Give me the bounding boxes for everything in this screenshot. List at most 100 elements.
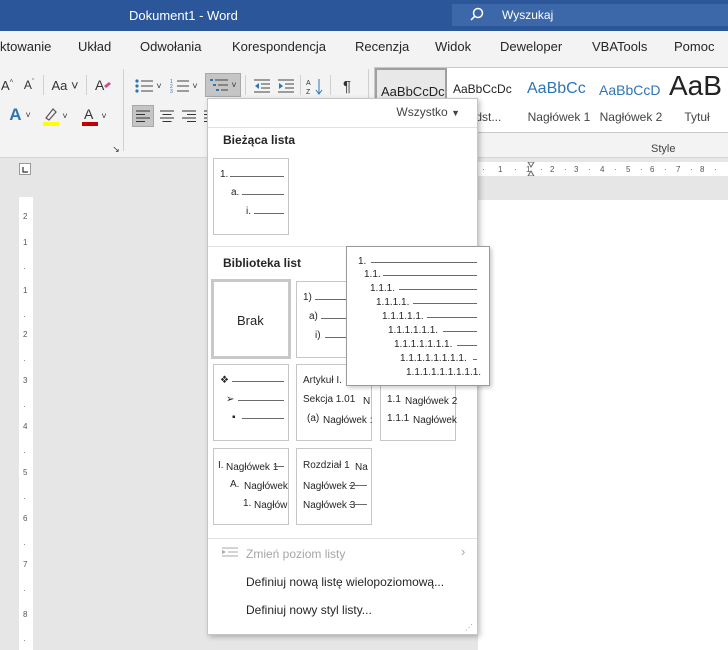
preview-level: 1.1.1.1.1. [382,311,424,322]
list-level-label: 1. [243,498,252,509]
highlight-button[interactable]: ˅ [40,105,70,127]
show-formatting-marks-button[interactable]: ¶ [336,75,358,97]
style-title[interactable]: AaB Tytuł [665,68,728,132]
style-heading-1[interactable]: AaBbCc Nagłówek 1 [523,68,595,132]
preview-level: 1. [358,256,367,267]
heading-hint: Nagłów [254,500,288,511]
svg-text:·: · [23,356,26,365]
style-preview: AaBbCcD [599,82,661,98]
tab-korespondencja[interactable]: Korespondencja [232,39,326,54]
align-center-button[interactable] [156,105,178,127]
chapter-label: Rozdział 1 [303,460,350,471]
increase-indent-icon [278,79,294,93]
list-none-cell[interactable]: Brak [211,279,291,359]
font-color-icon: A [82,106,99,126]
increase-indent-button[interactable] [275,75,297,97]
text-effects-icon: A [9,105,22,124]
heading-hint: N [363,396,371,407]
chevron-down-icon: ▼ [451,108,460,118]
pilcrow-icon: ¶ [342,77,352,95]
list-level-label: i) [315,330,321,341]
svg-text:Z: Z [306,89,311,95]
preview-level: 1.1.1.1.1.1. [388,325,439,336]
chevron-right-icon: › [461,544,466,559]
define-list-style-item[interactable]: Definiuj nowy styl listy... [246,603,372,617]
font-color-button[interactable]: A ˅ [78,105,110,127]
svg-text:·: · [640,165,643,174]
svg-text:·: · [588,165,591,174]
grow-font-button[interactable]: A^ [0,75,14,95]
tab-vbatools[interactable]: VBATools [592,39,647,54]
align-right-button[interactable] [178,105,200,127]
svg-text:7: 7 [23,560,28,569]
horizontal-ruler[interactable]: · 1 · 1 · 2 · 3 · 4 · 5 · 6 · 7 · 8 · [478,161,728,177]
dialog-launcher-icon: ↘ [112,143,120,154]
grow-font-icon: A^ [1,77,13,93]
current-list-cell[interactable]: 1. a. i. [213,158,289,235]
styles-group-label: Style [651,143,676,155]
list-preview-popup: 1. 1.1. 1.1.1. 1.1.1.1. 1.1.1.1.1. 1.1.1… [346,246,490,386]
section-label: Sekcja 1.01 [303,394,356,405]
style-heading-2[interactable]: AaBbCcD Nagłówek 2 [595,68,667,132]
svg-text:2: 2 [23,212,28,221]
tab-pomoc[interactable]: Pomoc [674,39,714,54]
sort-icon: AZ [306,79,323,95]
style-preview: AaB [669,70,722,101]
numbering-button[interactable]: 1 2 3 ˅ [168,75,200,97]
change-case-icon: Aa ˅ [51,77,79,93]
document-page[interactable] [478,200,728,650]
decrease-indent-button[interactable] [251,75,273,97]
tab-stop-icon [22,167,28,173]
svg-text:·: · [23,586,26,595]
tab-odwolania[interactable]: Odwołania [140,39,201,54]
align-center-icon [160,110,174,122]
align-right-icon [182,110,196,122]
svg-text:6: 6 [650,165,655,174]
list-level-label: A. [230,479,240,490]
bullets-button[interactable]: ˅ [132,75,164,97]
style-preview: AaBbCc [527,80,586,97]
list-level-label: I. [218,460,224,471]
resize-grip-icon[interactable]: ⋰ [465,623,473,632]
text-effects-button[interactable]: A ˅ [4,105,36,125]
article-label: Artykuł I. [303,375,342,386]
list-bullets-cell[interactable]: ❖ ➢ ▪ [213,364,289,441]
vertical-ruler[interactable]: 2 1 · 1 · 2 · 3 · 4 · 5 · 6 · 7 · 8 · [19,197,33,650]
align-left-button[interactable] [132,105,154,127]
svg-text:A: A [95,77,105,93]
arrow-bullet-icon: ➢ [226,394,235,405]
svg-text:3: 3 [23,376,28,385]
svg-text:·: · [23,540,26,549]
horizontal-ruler-ticks: · 1 · 1 · 2 · 3 · 4 · 5 · 6 · 7 · 8 · [482,161,717,177]
svg-text:5: 5 [626,165,631,174]
define-multilevel-list-item[interactable]: Definiuj nową listę wielopoziomową... [246,575,444,589]
tab-deweloper[interactable]: Deweloper [500,39,562,54]
svg-text:·: · [614,165,617,174]
clear-formatting-button[interactable]: A [92,75,114,95]
tab-widok[interactable]: Widok [435,39,471,54]
style-name: Tytuł [684,110,710,124]
svg-text:·: · [690,165,693,174]
sort-button[interactable]: AZ [304,75,326,97]
change-list-level-item[interactable]: Zmień poziom listy [246,547,345,561]
svg-text:A: A [306,80,311,87]
tab-uklad[interactable]: Układ [78,39,111,54]
list-roman-headings-cell[interactable]: I. Nagłówek 1 A. Nagłówek 1. Nagłów [213,448,289,525]
list-chapter-cell[interactable]: Rozdział 1 Na Nagłówek 2 Nagłówek 3 [296,448,372,525]
change-case-button[interactable]: Aa ˅ [50,75,80,95]
tab-recenzja[interactable]: Recenzja [355,39,409,54]
filter-dropdown[interactable]: Wszystko ▼ [396,105,460,119]
svg-text:7: 7 [676,165,681,174]
svg-text:8: 8 [23,610,28,619]
tab-selector[interactable] [19,163,31,175]
multilevel-list-button[interactable]: ˅ [205,73,241,97]
search-box[interactable]: Wyszukaj [452,4,728,26]
svg-text:2: 2 [550,165,555,174]
font-dialog-launcher[interactable]: ↘ [110,143,122,155]
shrink-font-button[interactable]: Aˇ [20,75,38,95]
tab-formatowanie[interactable]: ktowanie [0,39,51,54]
list-level-label: a. [231,187,240,198]
vertical-ruler-ticks: 2 1 · 1 · 2 · 3 · 4 · 5 · 6 · 7 · 8 · [23,212,28,645]
ribbon-tabs: ktowanie Układ Odwołania Korespondencja … [0,31,728,63]
svg-text:2: 2 [23,330,28,339]
